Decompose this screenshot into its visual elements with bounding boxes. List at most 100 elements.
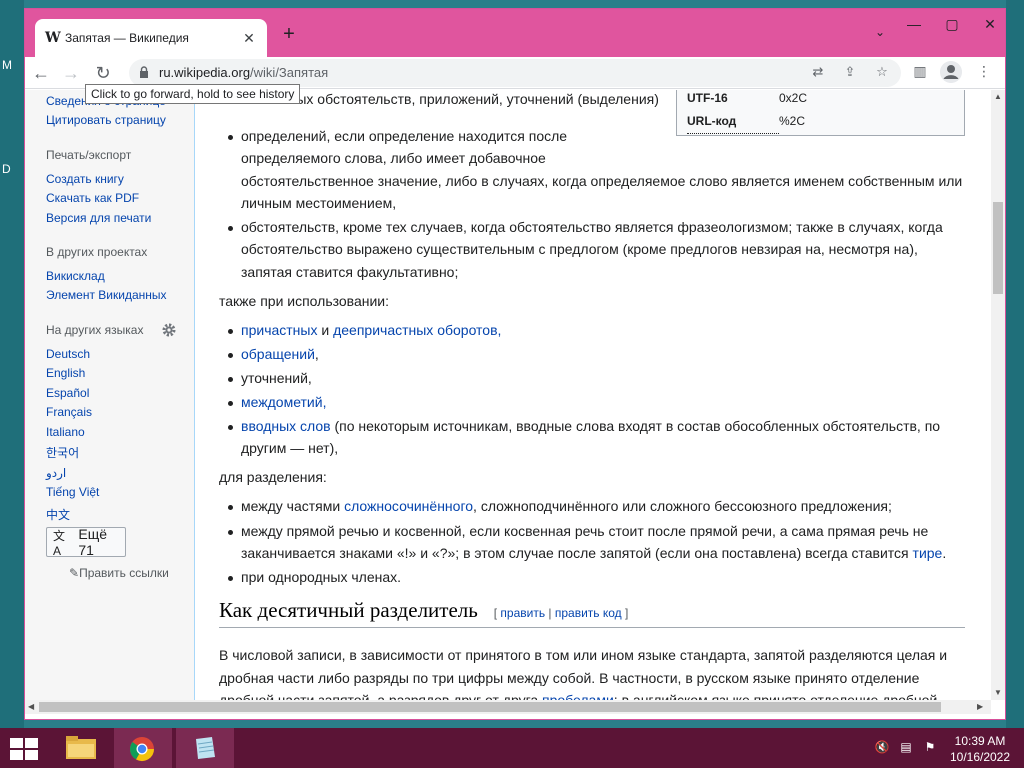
language-link[interactable]: Español — [46, 386, 89, 400]
article-content: обособленных обстоятельств, приложений, … — [219, 90, 979, 700]
vertical-scrollbar-thumb[interactable] — [993, 202, 1003, 294]
link-introductory-words[interactable]: вводных слов — [241, 418, 331, 434]
infobox-key-link[interactable]: URL-код — [687, 110, 779, 134]
article-text-line: обстоятельство выражено существительным … — [241, 241, 918, 257]
profile-avatar-icon[interactable] — [940, 61, 962, 83]
maximize-icon[interactable]: ▢ — [937, 13, 967, 35]
sidebar-heading-languages: На других языках — [46, 323, 144, 337]
speaker-muted-icon[interactable]: 🔇 — [874, 740, 890, 756]
text: дробной части запятой, а разрядов друг о… — [219, 692, 543, 700]
horizontal-scrollbar-thumb[interactable] — [39, 702, 941, 712]
action-center-flag-icon[interactable]: ⚑ — [922, 740, 938, 756]
minimize-icon[interactable]: — — [899, 13, 929, 35]
sidebar-link-create-book[interactable]: Создать книгу — [46, 172, 124, 186]
desktop-icon-label[interactable]: D — [2, 162, 11, 176]
system-clock[interactable]: 10:39 AM 10/16/2022 — [944, 733, 1016, 765]
text: , — [322, 394, 327, 410]
language-link[interactable]: Français — [46, 405, 92, 419]
tab-title: Запятая — Википедия — [65, 31, 189, 45]
reload-icon[interactable]: ↻ — [91, 61, 115, 85]
gear-icon[interactable] — [161, 322, 177, 338]
link-spaces[interactable]: пробелами — [542, 692, 614, 700]
taskbar: 🔇 ▤ ⚑ 10:39 AM 10/16/2022 — [0, 728, 1024, 768]
file-explorer-taskbar-button[interactable] — [52, 728, 110, 768]
windows-start-icon[interactable] — [10, 738, 38, 760]
language-link[interactable]: 한국어 — [46, 444, 79, 461]
chrome-taskbar-button[interactable] — [114, 728, 172, 768]
bullet-icon — [228, 226, 233, 231]
translate-icon[interactable]: ⇄ — [809, 64, 827, 82]
url-path: /wiki/Запятая — [250, 65, 329, 80]
sidebar: Сведения о странице Цитировать страницу … — [25, 90, 195, 700]
back-arrow-icon[interactable]: ← — [29, 61, 53, 85]
side-panel-icon[interactable]: ▥ — [909, 63, 931, 85]
link-dash[interactable]: тире — [913, 545, 943, 561]
language-link[interactable]: English — [46, 366, 85, 380]
article-text-line: определений, если определение находится … — [241, 128, 568, 144]
sidebar-link-download-pdf[interactable]: Скачать как PDF — [46, 191, 139, 205]
forward-arrow-icon[interactable]: → — [59, 61, 83, 85]
text: ; в английском языке принято отделение д… — [613, 692, 938, 700]
horizontal-scrollbar[interactable]: ◀ ▶ — [25, 700, 991, 714]
sidebar-link-wikidata[interactable]: Элемент Викиданных — [46, 288, 167, 302]
article-text-line: другим — нет), — [241, 440, 339, 456]
infobox-value: 0x2C — [779, 91, 808, 105]
article-list-item: междометий, — [241, 391, 326, 414]
section-edit-links: [ править | править код ] — [494, 606, 629, 620]
infobox-value: %2C — [779, 114, 806, 128]
text: и — [317, 322, 334, 338]
edit-links-link[interactable]: ✎Править ссылки — [69, 566, 169, 580]
scroll-up-icon[interactable]: ▲ — [994, 92, 1002, 101]
language-link[interactable]: Italiano — [46, 425, 85, 439]
scroll-right-icon[interactable]: ▶ — [977, 702, 983, 711]
text: , сложноподчинённого или сложного бессою… — [473, 498, 892, 514]
network-icon[interactable]: ▤ — [898, 740, 914, 756]
desktop-icon-label[interactable]: M — [2, 58, 12, 72]
link-participles[interactable]: причастных — [241, 322, 317, 338]
article-text-line: личным местоимением, — [241, 195, 397, 211]
edit-source-link[interactable]: править код — [555, 606, 622, 620]
edit-section-link[interactable]: править — [500, 606, 545, 620]
scroll-down-icon[interactable]: ▼ — [994, 688, 1002, 697]
scroll-left-icon[interactable]: ◀ — [28, 702, 34, 711]
infobox-key: UTF-16 — [687, 91, 728, 105]
tab-search-chevron-icon[interactable]: ⌄ — [875, 25, 885, 39]
bullet-icon — [228, 329, 233, 334]
vertical-scrollbar[interactable]: ▲ ▼ — [991, 90, 1005, 700]
section-heading: Как десятичный разделитель [ править | п… — [219, 599, 965, 628]
close-window-icon[interactable]: ✕ — [975, 13, 1005, 35]
language-link[interactable]: 中文 — [46, 506, 70, 523]
menu-kebab-icon[interactable]: ⋮ — [973, 63, 995, 85]
sidebar-link-cite[interactable]: Цитировать страницу — [46, 113, 166, 127]
forward-tooltip: Click to go forward, hold to see history — [85, 84, 301, 104]
sidebar-link-commons[interactable]: Викисклад — [46, 269, 105, 283]
more-languages-button[interactable]: 文A Ещё 71 — [46, 526, 126, 558]
link-interjections[interactable]: междометий — [241, 394, 323, 410]
sidebar-link-printable[interactable]: Версия для печати — [46, 211, 151, 225]
translate-icon: 文A — [53, 528, 66, 558]
address-bar[interactable]: ru.wikipedia.org/wiki/Запятая ⇄ ⇪ ☆ — [129, 59, 901, 87]
language-link[interactable]: Tiếng Việt — [46, 485, 99, 499]
tab-wikipedia[interactable]: W Запятая — Википедия ✕ — [35, 19, 267, 57]
url-host: ru.wikipedia.org — [159, 65, 251, 80]
notepad-taskbar-button[interactable] — [176, 728, 234, 768]
article-text-line: В числовой записи, в зависимости от прин… — [219, 647, 948, 663]
bullet-icon — [228, 505, 233, 510]
article-list-item: между частями сложносочинённого, сложноп… — [241, 495, 892, 518]
article-text-line: дробная части либо разряды по три цифры … — [219, 670, 920, 686]
language-link[interactable]: اردو — [46, 466, 66, 480]
bookmark-star-icon[interactable]: ☆ — [873, 64, 891, 82]
link-addresses[interactable]: обращений — [241, 346, 315, 362]
new-tab-plus-icon[interactable]: + — [277, 23, 301, 47]
link-adverbial-participles[interactable]: деепричастных оборотов — [333, 322, 497, 338]
article-list-item: при однородных членах. — [241, 569, 402, 585]
close-tab-icon[interactable]: ✕ — [241, 30, 257, 47]
folder-icon — [66, 736, 96, 759]
article-text-line: для разделения: — [219, 469, 327, 485]
infobox-row: URL-код %2C — [687, 110, 805, 134]
sidebar-heading-projects: В других проектах — [46, 245, 148, 259]
link-compound-sentence[interactable]: сложносочинённого — [344, 498, 473, 514]
share-icon[interactable]: ⇪ — [841, 64, 859, 82]
language-link[interactable]: Deutsch — [46, 347, 90, 361]
clock-time: 10:39 AM — [954, 734, 1006, 748]
